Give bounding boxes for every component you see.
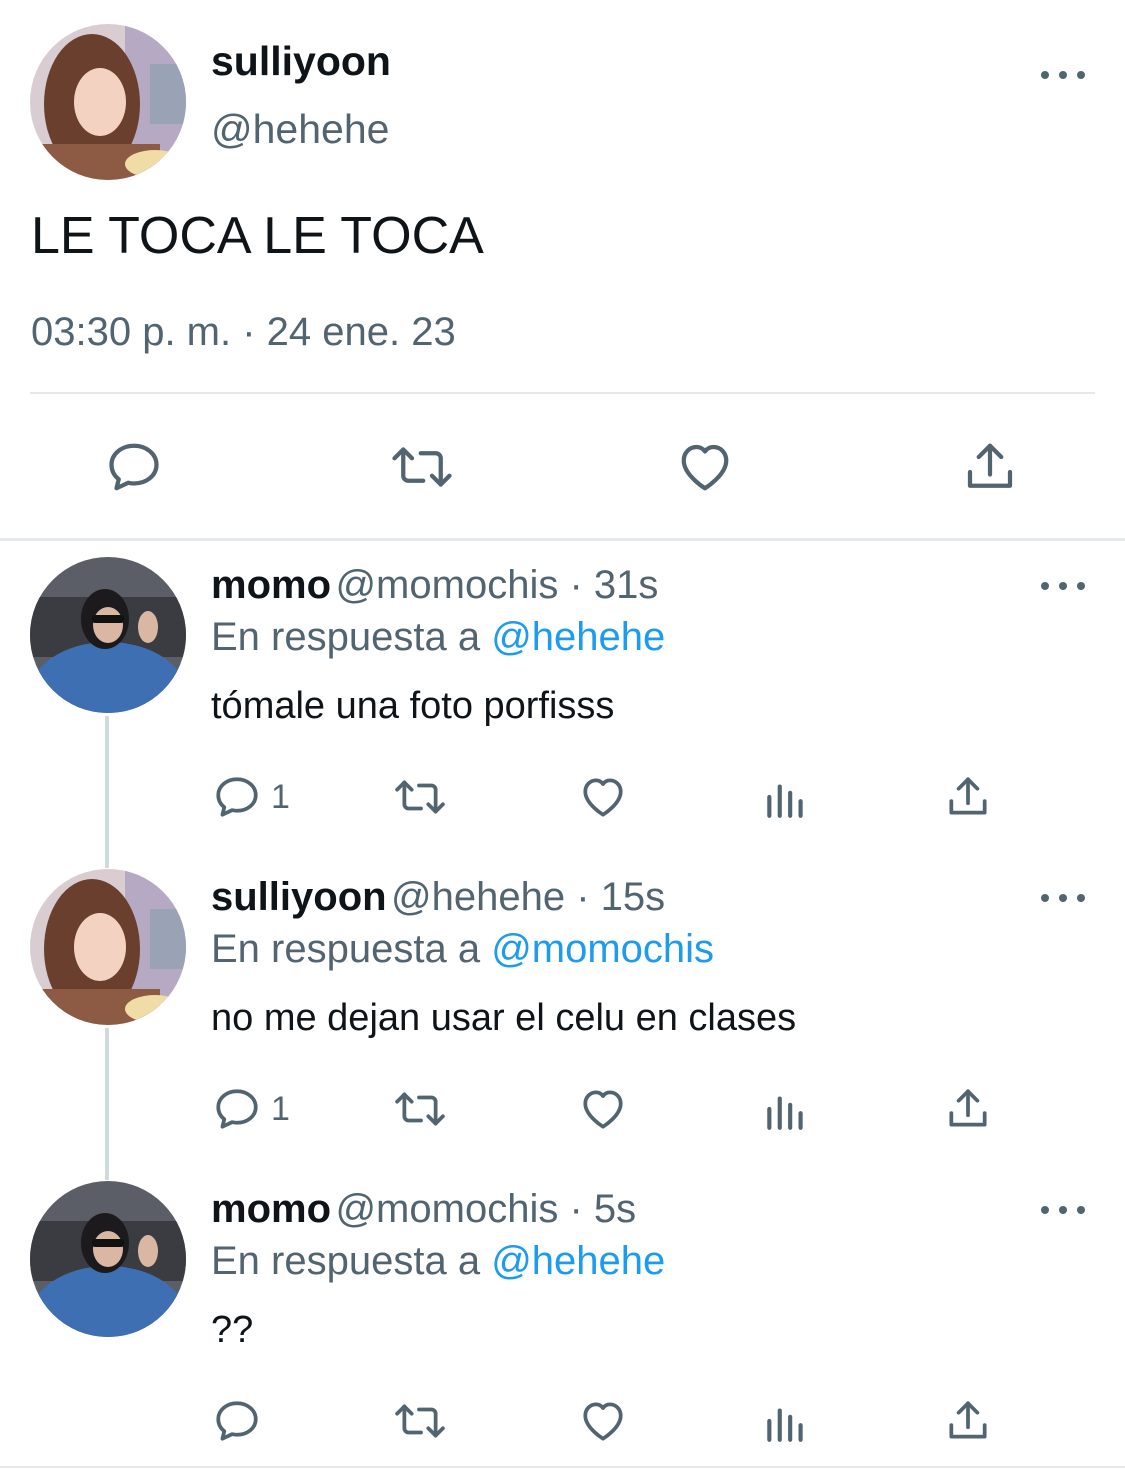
share-icon[interactable] [960,437,1020,497]
like-icon[interactable] [675,437,735,497]
reply-header: momo @momochis · 5s [211,1187,636,1232]
reply-to-link[interactable]: @hehehe [491,615,665,659]
more-icon[interactable] [1041,890,1085,906]
share-icon[interactable] [943,1396,993,1446]
author-name[interactable]: sulliyoon [211,875,387,919]
author-name[interactable]: sulliyoon [211,38,391,85]
author-handle[interactable]: @hehehe [211,106,389,153]
thread-line [105,716,109,868]
avatar-momo[interactable] [30,1181,186,1337]
reply-prefix: En respuesta a [211,615,481,659]
author-name[interactable]: momo [211,1187,331,1231]
reply-to-link[interactable]: @momochis [491,927,714,971]
more-icon[interactable] [1041,67,1085,83]
tweet-text: no me dejan usar el celu en clases [211,997,797,1039]
retweet-icon[interactable] [392,1396,448,1446]
views-icon[interactable] [763,1396,809,1446]
tweet-text: ?? [211,1309,254,1351]
section-divider [0,538,1125,541]
reply-prefix: En respuesta a [211,927,481,971]
reply-to-link[interactable]: @hehehe [491,1239,665,1283]
retweet-icon[interactable] [392,772,448,822]
reply-context: En respuesta a @hehehe [211,615,665,660]
reply-count: 1 [271,778,290,816]
reply-context: En respuesta a @momochis [211,927,714,972]
views-icon[interactable] [763,772,809,822]
tweet-text: LE TOCA LE TOCA [31,207,484,265]
share-icon[interactable] [943,772,993,822]
views-icon[interactable] [763,1084,809,1134]
retweet-icon[interactable] [392,1084,448,1134]
author-name[interactable]: momo [211,563,331,607]
avatar-sulliyoon[interactable] [30,24,186,180]
author-handle-time[interactable]: @momochis · 31s [335,563,658,607]
reply-count: 1 [271,1090,290,1128]
like-icon[interactable] [578,1396,628,1446]
retweet-icon[interactable] [389,437,455,497]
share-icon[interactable] [943,1084,993,1134]
tweet-text: tómale una foto porfisss [211,685,615,727]
avatar-sulliyoon[interactable] [30,869,186,1025]
reply-header: momo @momochis · 31s [211,563,658,608]
reply-icon[interactable] [212,772,262,822]
reply-icon[interactable] [104,437,164,497]
like-icon[interactable] [578,1084,628,1134]
author-handle-time[interactable]: @hehehe · 15s [391,875,665,919]
author-handle-time[interactable]: @momochis · 5s [335,1187,636,1231]
bottom-divider [0,1466,1125,1468]
more-icon[interactable] [1041,1202,1085,1218]
reply-header: sulliyoon @hehehe · 15s [211,875,665,920]
avatar-momo[interactable] [30,557,186,713]
reply-prefix: En respuesta a [211,1239,481,1283]
more-icon[interactable] [1041,578,1085,594]
reply-context: En respuesta a @hehehe [211,1239,665,1284]
thread-line [105,1028,109,1180]
like-icon[interactable] [578,772,628,822]
divider [30,392,1095,394]
reply-icon[interactable] [212,1084,262,1134]
reply-icon[interactable] [212,1396,262,1446]
tweet-timestamp[interactable]: 03:30 p. m. · 24 ene. 23 [31,310,456,355]
